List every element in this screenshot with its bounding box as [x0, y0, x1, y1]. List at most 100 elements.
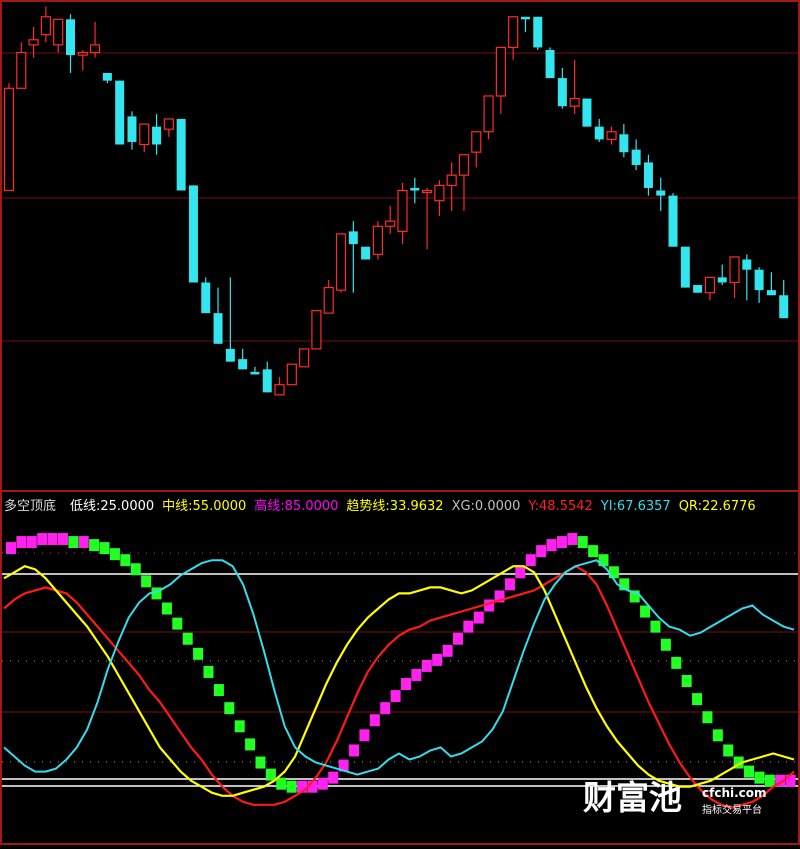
candle-body [754, 269, 764, 291]
indicator-field-1: 中线:55.0000 [162, 499, 246, 514]
indicator-bar [359, 729, 370, 742]
candle-body [176, 118, 186, 191]
indicator-bar [255, 756, 266, 769]
indicator-bar [744, 765, 755, 778]
candle-body [311, 309, 322, 350]
candle-body [582, 98, 592, 127]
candle-body [201, 282, 211, 314]
candle-body [495, 46, 506, 97]
indicator-bar [432, 653, 443, 666]
indicator-bar [99, 542, 110, 555]
candle-body [471, 131, 482, 153]
candle-body [766, 290, 776, 296]
indicator-field-7: QR:22.6776 [679, 499, 756, 514]
indicator-header: 多空顶底 低线:25.0000 中线:55.0000 高线:85.0000 趋势线:3… [4, 498, 756, 514]
indicator-bar [671, 656, 682, 669]
indicator-field-4: XG:0.0000 [452, 499, 521, 514]
candle-body [262, 369, 272, 393]
candle-body [397, 189, 408, 232]
indicator-bar [182, 632, 193, 645]
candle-body [213, 313, 223, 344]
indicator-bar [401, 678, 411, 691]
candle-body [274, 384, 285, 396]
indicator-bar [68, 536, 79, 549]
indicator-bar [525, 554, 536, 567]
candle-body [458, 154, 470, 176]
indicator-field-0: 低线:25.0000 [70, 499, 154, 514]
indicator-bar [141, 575, 152, 588]
candle-body [569, 97, 580, 107]
candle-body [28, 39, 39, 46]
indicator-field-2: 高线:85.0000 [254, 498, 338, 514]
indicator-bar [712, 729, 723, 742]
candle-body [77, 51, 88, 56]
watermark-brand: 财富池 [583, 778, 682, 817]
candle-body [643, 162, 653, 188]
candle-body [250, 371, 260, 375]
candle-body [446, 174, 457, 186]
indicator-bar [172, 617, 183, 630]
candle-body [299, 348, 310, 368]
candle-body [127, 116, 137, 142]
indicator-bar [681, 675, 692, 687]
candle-body [225, 348, 235, 362]
indicator-bar [473, 611, 484, 624]
candle-body [656, 190, 666, 196]
indicator-bar [16, 536, 27, 549]
candle-body [483, 95, 494, 133]
watermark-slogan: 指标交易平台 [702, 803, 762, 816]
indicator-bar [224, 702, 235, 715]
candle-body [238, 359, 248, 370]
indicator-bar [193, 647, 204, 660]
indicator-bar [37, 533, 48, 546]
candle-body [16, 51, 27, 89]
indicator-bar [317, 777, 328, 790]
indicator-bar [276, 777, 287, 790]
candle-body [152, 126, 162, 145]
indicator-bar [203, 665, 214, 678]
indicator-bar [754, 771, 765, 784]
indicator-bar [390, 690, 401, 703]
candle-body [533, 16, 543, 48]
indicator-bar [556, 536, 567, 549]
candle-body [434, 184, 445, 202]
candle-body [557, 78, 567, 107]
indicator-bar [536, 545, 547, 558]
candle-body [323, 286, 334, 314]
candle-body [286, 363, 297, 386]
indicator-bar [588, 545, 599, 558]
candle-body [545, 49, 555, 79]
indicator-bar [234, 720, 245, 733]
indicator-bar [245, 738, 256, 751]
indicator-bar [380, 702, 391, 715]
indicator-field-5: Y:48.5542 [527, 499, 592, 514]
indicator-bar [515, 566, 526, 579]
indicator-bar [26, 536, 37, 549]
indicator-bar [265, 768, 276, 781]
indicator-bar [369, 714, 380, 727]
indicator-bar [213, 684, 224, 697]
candle-body [115, 80, 125, 145]
indicator-bar [89, 539, 100, 552]
indicator-bar [650, 620, 661, 633]
chart-stage: 多空顶底 低线:25.0000 中线:55.0000 高线:85.0000 趋势线:3… [0, 0, 800, 845]
watermark-site: cfchi.com [702, 786, 767, 800]
indicator-bar [723, 744, 734, 757]
candle-body [631, 149, 641, 165]
candle-body [594, 126, 604, 140]
candle-body [717, 277, 727, 283]
candle-body [619, 134, 629, 153]
indicator-bar [78, 536, 89, 549]
candle-body [3, 87, 15, 192]
candle-body [188, 185, 198, 283]
candle-body [335, 233, 347, 291]
indicator-bar [504, 578, 515, 591]
indicator-bar [640, 605, 651, 618]
candle-body [779, 295, 789, 319]
indicator-bar [120, 554, 131, 567]
candle-body [410, 187, 420, 191]
indicator-bar [442, 644, 453, 657]
indicator-bar [702, 711, 713, 724]
indicator-bar [660, 638, 671, 651]
indicator-bar [411, 668, 422, 681]
